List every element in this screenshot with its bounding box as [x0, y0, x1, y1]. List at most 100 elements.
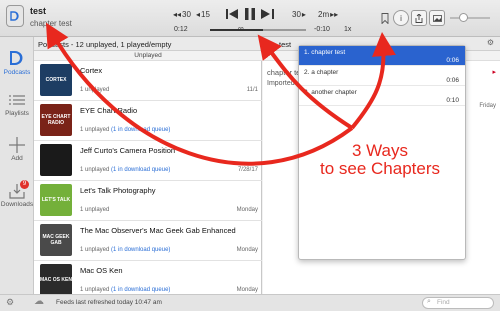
chapters-bookmark-button[interactable] [377, 10, 393, 26]
skip-fwd-30-label: 30 [292, 10, 301, 19]
remaining-time: -0:10 [314, 26, 330, 33]
playlist-icon [9, 95, 25, 105]
info-icon: i [400, 13, 402, 23]
podcast-artwork-icon[interactable] [6, 5, 24, 27]
volume-knob[interactable] [459, 13, 468, 22]
podcast-row[interactable]: MAC GEEK GAB The Mac Observer's Mac Geek … [34, 221, 262, 261]
unplayed-count: 1 unplayed [80, 127, 110, 133]
download-queue-link[interactable]: (1 in download queue) [111, 127, 170, 133]
podcast-meta: 1 unplayed (1 in download queue) [80, 167, 170, 173]
skip-fwd-2m-button[interactable]: 2m ▸▸ [318, 10, 338, 19]
play-indicator-icon[interactable]: ▸ [492, 68, 496, 76]
podcast-row[interactable]: CORTEX Cortex 1 unplayed 11/1 [34, 61, 262, 101]
chapter-item[interactable]: 1. chapter test 0:06 [299, 46, 465, 66]
forward-icon: ▸ [301, 10, 306, 19]
skip-back-30-button[interactable]: ◂◂ 30 [173, 10, 191, 19]
podcast-date: 7/28/17 [237, 167, 258, 173]
plus-icon [9, 137, 25, 153]
sidebar-item-downloads[interactable]: 9 Downloads [0, 180, 34, 208]
podcast-artwork: MAC OS KEN [40, 264, 72, 296]
podcast-name: Mac OS Ken [80, 266, 123, 275]
episode-item-meta: Imported [267, 80, 295, 87]
chapter-index: 3. [304, 89, 310, 96]
annotation-text: 3 Ways to see Chapters [300, 142, 460, 178]
find-input[interactable]: Find [422, 297, 494, 309]
podcast-meta: 1 unplayed (1 in download queue) [80, 127, 170, 133]
settings-icon[interactable]: ⚙ [487, 38, 494, 47]
unplayed-count: 1 unplayed [80, 207, 110, 213]
chapter-item[interactable]: 3. another chapter 0:10 [299, 86, 465, 106]
chapter-item[interactable]: 2. a chapter 0:06 [299, 66, 465, 86]
chapter-index: 2. [304, 69, 310, 76]
annotation-line1: 3 Ways [351, 141, 409, 160]
download-queue-link[interactable]: (1 in download queue) [111, 287, 170, 293]
progress-slider[interactable] [210, 29, 306, 31]
podcast-date: Monday [236, 207, 258, 213]
download-queue-link[interactable]: (1 in download queue) [111, 247, 170, 253]
volume-slider[interactable] [450, 17, 490, 19]
artwork-button[interactable] [429, 10, 445, 26]
chapter-title: a chapter [311, 69, 339, 76]
podcast-meta: 1 unplayed (1 in download queue) [80, 287, 170, 293]
elapsed-time: 0:12 [174, 26, 188, 33]
skip-back-15-label: 15 [201, 10, 210, 19]
podcast-meta: 1 unplayed [80, 87, 109, 93]
forward-icon: ▸▸ [330, 10, 339, 19]
progress-fill [210, 29, 263, 31]
podcast-name: EYE Chart Radio [80, 106, 138, 115]
unplayed-count: 1 unplayed [80, 287, 110, 293]
pause-icon[interactable] [245, 8, 255, 20]
share-button[interactable] [411, 10, 427, 26]
podcast-list-header: Podcasts - 12 unplayed, 1 played/empty [34, 37, 262, 51]
podcast-name: Cortex [80, 66, 103, 75]
podcast-row[interactable]: LET'S TALK Let's Talk Photography 1 unplay… [34, 181, 262, 221]
sidebar: Podcasts Playlists Add 9 Downloads [0, 37, 34, 294]
unplayed-count: 1 unplayed [80, 87, 110, 93]
podcast-artwork [40, 144, 72, 176]
bookmark-icon [381, 12, 389, 24]
app-window: test chapter test ◂◂ 30 ◂ 15 30 ▸ 2m ▸▸ 0:12… [0, 0, 500, 311]
podcast-date: 11/1 [246, 87, 258, 93]
chapter-label: 3. another chapter [304, 89, 357, 96]
podcast-artwork: EYE CHART RADIO [40, 104, 72, 136]
transport-controls [226, 8, 274, 20]
next-chapter-icon[interactable] [261, 9, 274, 19]
search-icon: ⌕ [427, 298, 431, 305]
episode-pane-title: test [279, 40, 292, 49]
skip-fwd-2m-label: 2m [318, 10, 330, 19]
playback-speed[interactable]: 1x [344, 26, 351, 33]
previous-chapter-icon[interactable] [226, 9, 239, 19]
cloud-icon[interactable]: ☁ [34, 296, 44, 307]
podcast-artwork: CORTEX [40, 64, 72, 96]
podcast-list: Podcasts - 12 unplayed, 1 played/empty U… [34, 37, 262, 301]
refresh-status: Feeds last refreshed today 10:47 am [56, 299, 162, 306]
podcast-meta: 1 unplayed (1 in download queue) [80, 247, 170, 253]
status-bar: ⚙ ☁ Feeds last refreshed today 10:47 am … [0, 294, 500, 311]
annotation-line2: to see Chapters [319, 159, 440, 178]
podcast-icon [10, 51, 23, 65]
podcast-date: Monday [236, 247, 258, 253]
chapter-title: chapter test [311, 49, 346, 56]
sidebar-item-label: Downloads [0, 201, 34, 208]
skip-back-15-button[interactable]: ◂ 15 [196, 10, 210, 19]
chapter-time: 0:06 [446, 57, 459, 64]
podcast-row[interactable]: Jeff Curto's Camera Position 1 unplayed (… [34, 141, 262, 181]
share-icon [415, 13, 423, 23]
skip-fwd-30-button[interactable]: 30 ▸ [292, 10, 306, 19]
loop-icon[interactable]: ∞ [238, 24, 244, 33]
player-bar: test chapter test ◂◂ 30 ◂ 15 30 ▸ 2m ▸▸ 0:12… [0, 0, 500, 37]
podcast-artwork: LET'S TALK [40, 184, 72, 216]
unplayed-count: 1 unplayed [80, 167, 110, 173]
sidebar-item-playlists[interactable]: Playlists [0, 94, 34, 117]
downloads-badge: 9 [20, 180, 29, 189]
gear-icon[interactable]: ⚙ [6, 297, 14, 308]
download-queue-link[interactable]: (1 in download queue) [111, 167, 170, 173]
episode-title: test [30, 6, 47, 16]
sidebar-item-podcasts[interactable]: Podcasts [0, 49, 34, 76]
podcast-row[interactable]: EYE CHART RADIO EYE Chart Radio 1 unplayed… [34, 101, 262, 141]
chapter-title: another chapter [311, 89, 357, 96]
podcast-meta: 1 unplayed [80, 207, 109, 213]
sidebar-item-add[interactable]: Add [0, 137, 34, 162]
info-button[interactable]: i [393, 10, 409, 26]
rewind-icon: ◂ [196, 10, 201, 19]
